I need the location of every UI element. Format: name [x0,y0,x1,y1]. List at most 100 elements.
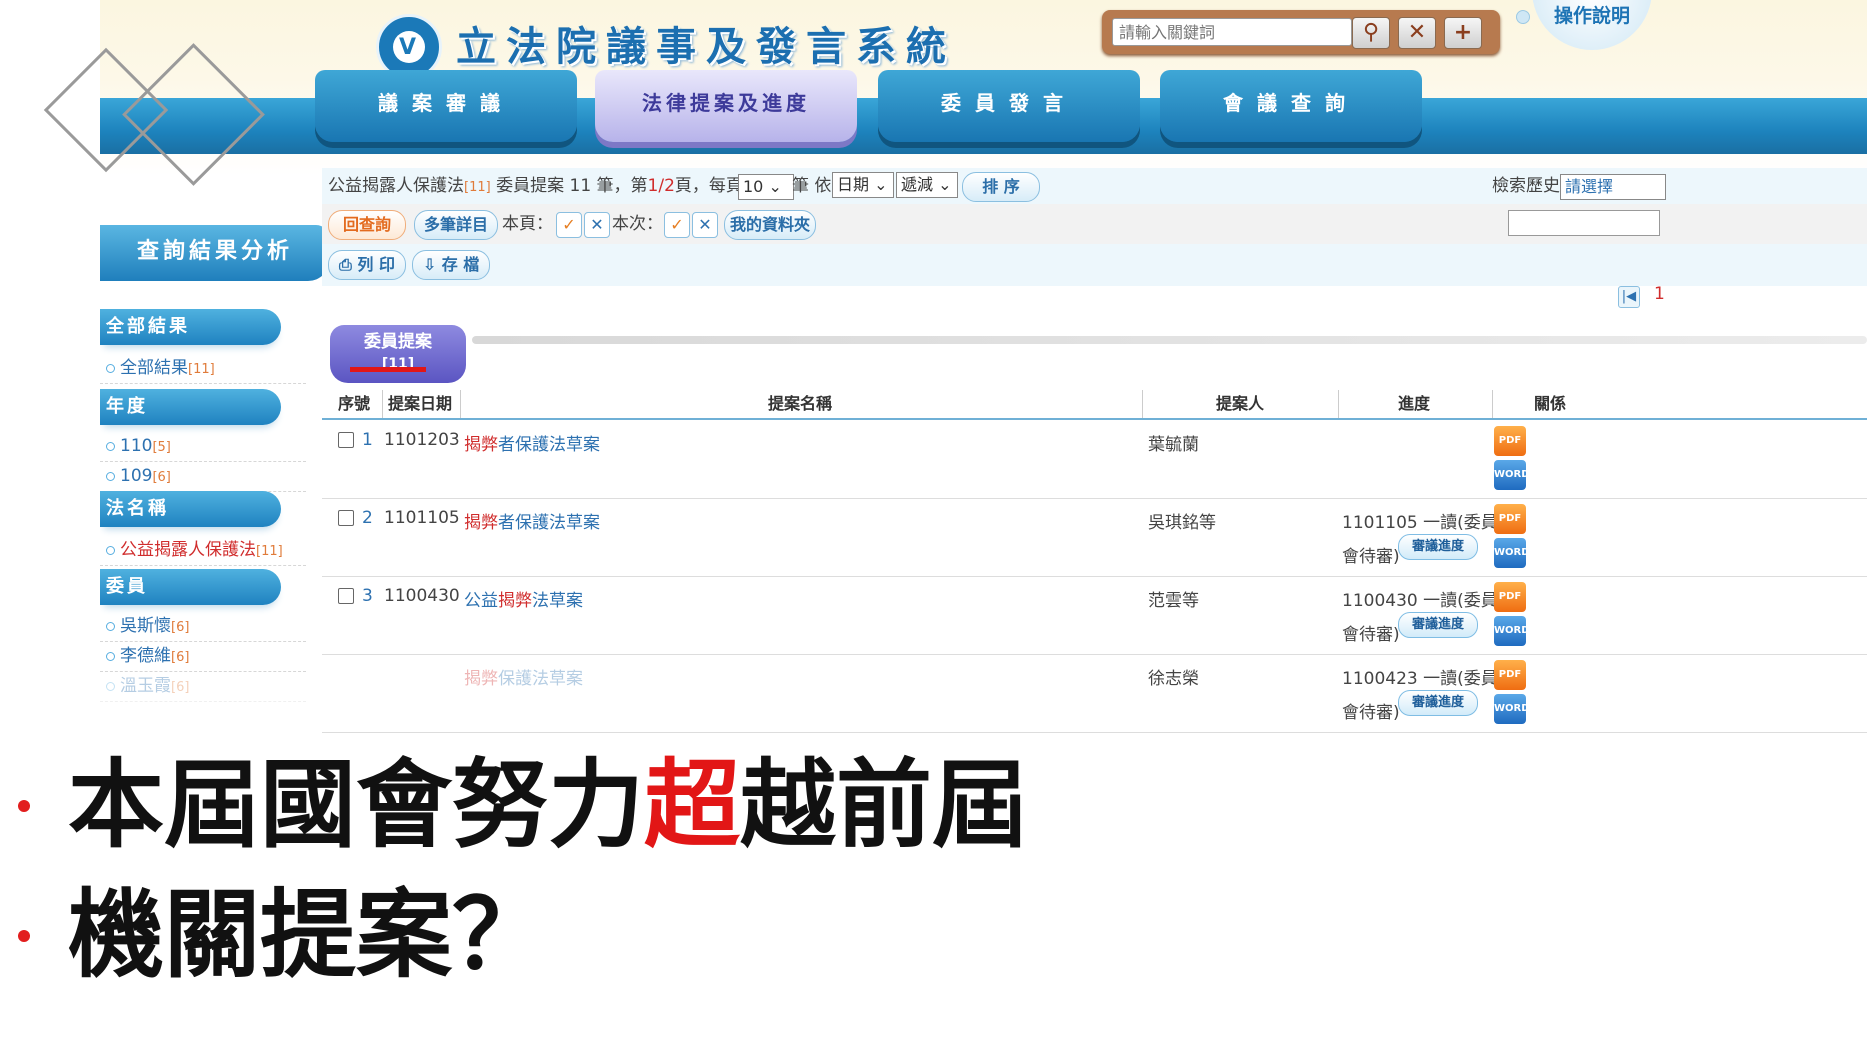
my-folder-button[interactable]: 我的資料夾 [724,210,816,240]
row-checkbox[interactable] [338,510,354,526]
download-icon: ⇩ [422,255,442,274]
screenshot-panel: V 立法院議事及發言系統 ⚲ ✕ + 操作說明 議案審議 法律提案及進度 委員發… [100,0,1867,860]
search-box: ⚲ ✕ + [1102,10,1500,54]
slide-bullet-2: 機關提案？ [18,880,548,990]
sidebar-item-member-2[interactable]: 李德維[6] [100,641,306,672]
slide-bullet-1: 本屆國會努力超越前屆 [18,750,1028,860]
sidebar-item-all[interactable]: 全部結果[11] [100,353,306,384]
multi-detail-button[interactable]: 多筆詳目 [414,210,498,240]
word-icon[interactable]: WORD [1494,616,1530,646]
row-date: 1100430 [384,586,460,606]
sidebar-item-law[interactable]: 公益揭露人保護法[11] [100,535,306,566]
table-header: 序號 提案日期 提案名稱 提案人 進度 關係 [322,390,1867,420]
sidebar-item-year-109[interactable]: 109[6] [100,461,306,492]
cross-icon: ✕ [590,215,604,234]
sort-order-select[interactable]: 遞減 ⌄ [896,172,958,198]
sidebar-header-law: 法名稱 [100,491,281,527]
select-page-checkbox[interactable]: ✓ [556,212,582,238]
bullet-icon [106,545,115,555]
review-progress-button[interactable]: 審議進度 [1398,690,1478,716]
word-icon[interactable]: WORD [1494,694,1530,724]
first-page-icon: |◀ [1621,289,1637,304]
row-title-link[interactable]: 揭弊保護法草案 [464,664,583,689]
sort-button[interactable]: 排 序 [962,172,1040,202]
sort-field-select[interactable]: 日期 ⌄ [832,172,894,198]
add-button[interactable]: + [1444,17,1482,49]
query-summary: 公益揭露人保護法[11] 委員提案 11 筆，第1/2頁，每頁 [328,176,743,196]
plus-icon: + [1453,20,1473,45]
history-select[interactable]: 請選擇 [1560,174,1666,200]
row-number[interactable]: 2 [362,508,373,528]
table-row: 徐志榮 揭弊保護法草案 1100423 一讀(委員 會待審) 審議進度 PDF … [322,654,1867,733]
save-button[interactable]: ⇩ 存 檔 [412,250,490,280]
sidebar-item-member-3[interactable]: 溫玉霞[6] [100,671,306,702]
sidebar-item-member-1[interactable]: 吳斯懷[6] [100,611,306,642]
sidebar-item-year-110[interactable]: 110[5] [100,431,306,462]
row-progress: 1100423 一讀(委員 [1342,669,1498,689]
deselect-page-checkbox[interactable]: ✕ [584,212,610,238]
row-proposer: 徐志榮 [1148,669,1199,689]
first-page-button[interactable]: |◀ [1618,286,1640,308]
sidebar-title: 查詢結果分析 [100,225,330,281]
tab-meeting-query[interactable]: 會議查詢 [1160,70,1422,142]
row-number[interactable]: 3 [362,586,373,606]
site-header: V 立法院議事及發言系統 ⚲ ✕ + 操作說明 議案審議 法律提案及進度 委員發… [100,0,1867,175]
row-proposer: 吳琪銘等 [1148,513,1216,533]
tab-member-speech[interactable]: 委員發言 [878,70,1140,142]
sidebar-header-all: 全部結果 [100,309,281,345]
bullet-icon [18,929,30,942]
review-progress-button[interactable]: 審議進度 [1398,612,1478,638]
history-label: 檢索歷史 [1492,176,1560,196]
col-title: 提案名稱 [768,394,833,413]
query-summary-bar: 公益揭露人保護法[11] 委員提案 11 筆，第1/2頁，每頁 10 ⌄ 筆 依… [322,168,1867,204]
search-input[interactable] [1112,18,1352,46]
pdf-icon[interactable]: PDF [1494,426,1526,456]
table-row: 2 1101105 揭弊者保護法草案 吳琪銘等 1101105 一讀(委員 會待… [322,498,1867,577]
row-checkbox[interactable] [338,588,354,604]
deselect-all-checkbox[interactable]: ✕ [692,212,718,238]
pdf-icon[interactable]: PDF [1494,504,1526,534]
tab-member-proposals[interactable]: 委員提案 [11] [330,325,466,383]
bullet-icon [106,363,115,373]
word-icon[interactable]: WORD [1494,460,1530,490]
pdf-icon[interactable]: PDF [1494,660,1526,690]
select-all-checkbox[interactable]: ✓ [664,212,690,238]
check-icon: ✓ [562,215,576,234]
row-checkbox[interactable] [338,432,354,448]
row-progress-2: 會待審) [1342,547,1400,567]
history-text-input[interactable] [1508,210,1660,236]
row-number[interactable]: 1 [362,430,373,450]
action-bar: 回查詢 多筆詳目 本頁： ✓ ✕ 本次： ✓ ✕ 我的資料夾 [322,204,1867,244]
table-row: 1 1101203 揭弊者保護法草案 葉毓蘭 PDF WORD [322,420,1867,499]
review-progress-button[interactable]: 審議進度 [1398,534,1478,560]
word-icon[interactable]: WORD [1494,538,1530,568]
col-relation: 關係 [1534,394,1567,413]
tab-divider [472,336,1867,344]
output-bar: ⎙ 列 印 ⇩ 存 檔 [322,244,1867,286]
cross-icon: ✕ [698,215,712,234]
tab-law-proposals[interactable]: 法律提案及進度 [595,70,857,142]
tab-bill-review[interactable]: 議案審議 [315,70,577,142]
sort-by-label: 筆 依 [792,176,832,196]
col-proposer: 提案人 [1216,394,1265,413]
clear-button[interactable]: ✕ [1398,17,1436,49]
print-button[interactable]: ⎙ 列 印 [328,250,406,280]
row-progress: 1101105 一讀(委員 [1342,513,1498,533]
back-to-query-button[interactable]: 回查詢 [328,210,406,240]
row-proposer: 葉毓蘭 [1148,435,1199,455]
row-progress-2: 會待審) [1342,703,1400,723]
site-title: 立法院議事及發言系統 [456,23,956,70]
row-progress-2: 會待審) [1342,625,1400,645]
help-button[interactable]: 操作說明 [1532,0,1652,50]
pdf-icon[interactable]: PDF [1494,582,1526,612]
search-button[interactable]: ⚲ [1352,17,1390,49]
row-date: 1101105 [384,508,460,528]
page-number[interactable]: 1 [1654,284,1665,304]
sidebar-header-year: 年度 [100,389,281,425]
per-page-select[interactable]: 10 ⌄ [738,174,794,200]
row-title-link[interactable]: 公益揭弊法草案 [464,586,583,611]
row-proposer: 范雲等 [1148,591,1199,611]
row-title-link[interactable]: 揭弊者保護法草案 [464,508,600,533]
printer-icon: ⎙ [339,255,358,274]
row-title-link[interactable]: 揭弊者保護法草案 [464,430,600,455]
